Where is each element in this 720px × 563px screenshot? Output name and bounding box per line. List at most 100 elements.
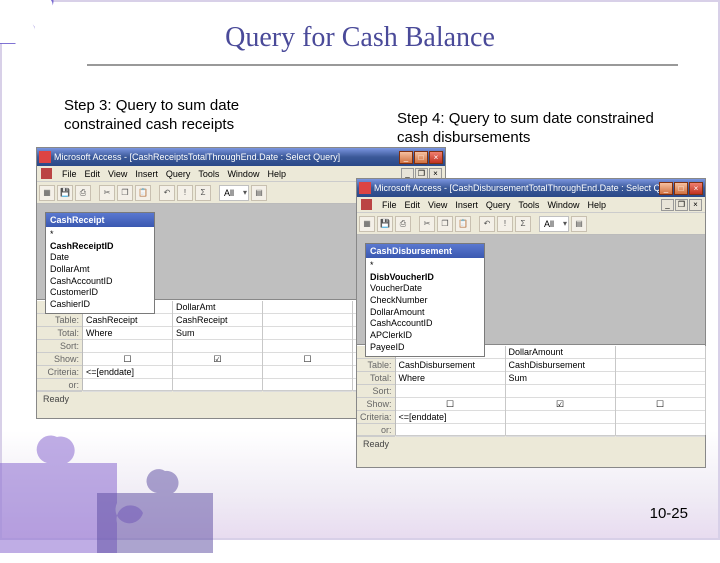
cell-show-checkbox[interactable]: ☐ (616, 398, 705, 411)
cell-criteria[interactable]: <=[enddate] (396, 411, 505, 424)
sigma-icon[interactable]: Σ (515, 216, 531, 232)
field-item[interactable]: APClerkID (370, 330, 480, 342)
cell-sort[interactable] (263, 340, 352, 353)
cell-criteria[interactable] (506, 411, 615, 424)
mdi-restore-button[interactable]: ❐ (675, 199, 688, 211)
run-icon[interactable]: ! (497, 216, 513, 232)
save-icon[interactable]: 💾 (57, 185, 73, 201)
field-item[interactable]: PayeeID (370, 342, 480, 354)
grid-col[interactable]: VoucherDate CashDisbursement Where ☐ <=[… (396, 346, 506, 435)
cell-total[interactable] (616, 372, 705, 385)
grid-col[interactable]: ☐ (263, 301, 353, 390)
menu-window[interactable]: Window (227, 169, 259, 179)
toolbar-combo[interactable]: All (219, 185, 249, 201)
menu-query[interactable]: Query (486, 200, 511, 210)
field-item[interactable]: DisbVoucherID (370, 272, 480, 284)
print-icon[interactable]: ⎙ (75, 185, 91, 201)
cell-or[interactable] (83, 379, 172, 392)
paste-icon[interactable]: 📋 (455, 216, 471, 232)
cell-table[interactable]: CashDisbursement (396, 359, 505, 372)
grid-col[interactable]: ☐ (616, 346, 706, 435)
cell-criteria[interactable] (173, 366, 262, 379)
cell-criteria[interactable] (616, 411, 705, 424)
sigma-icon[interactable]: Σ (195, 185, 211, 201)
field-item[interactable]: Date (50, 252, 150, 264)
field-item[interactable]: CashReceiptID (50, 241, 150, 253)
run-icon[interactable]: ! (177, 185, 193, 201)
cell-table[interactable]: CashReceipt (173, 314, 262, 327)
field-item[interactable]: DollarAmount (370, 307, 480, 319)
grid-col[interactable]: DollarAmount CashDisbursement Sum ☑ (506, 346, 616, 435)
cell-show-checkbox[interactable]: ☐ (83, 353, 172, 366)
cell-show-checkbox[interactable]: ☐ (263, 353, 352, 366)
table-cashreceipt[interactable]: CashReceipt * CashReceiptID Date DollarA… (45, 212, 155, 314)
minimize-button[interactable]: _ (399, 151, 413, 164)
view-icon[interactable]: ▦ (39, 185, 55, 201)
cell-show-checkbox[interactable]: ☑ (173, 353, 262, 366)
menu-tools[interactable]: Tools (518, 200, 539, 210)
cut-icon[interactable]: ✂ (419, 216, 435, 232)
close-button[interactable]: × (429, 151, 443, 164)
menu-help[interactable]: Help (267, 169, 286, 179)
close-button[interactable]: × (689, 182, 703, 195)
cell-field[interactable] (263, 301, 352, 314)
cell-table[interactable]: CashDisbursement (506, 359, 615, 372)
mdi-close-button[interactable]: × (689, 199, 702, 211)
cut-icon[interactable]: ✂ (99, 185, 115, 201)
field-item[interactable]: VoucherDate (370, 283, 480, 295)
cell-sort[interactable] (83, 340, 172, 353)
copy-icon[interactable]: ❐ (117, 185, 133, 201)
field-star[interactable]: * (50, 229, 150, 241)
titlebar[interactable]: Microsoft Access - [CashReceiptsTotalThr… (37, 148, 445, 166)
grid-col[interactable]: Date CashReceipt Where ☐ <=[enddate] (83, 301, 173, 390)
menu-tools[interactable]: Tools (198, 169, 219, 179)
menu-view[interactable]: View (108, 169, 127, 179)
props-icon[interactable]: ▤ (251, 185, 267, 201)
menu-edit[interactable]: Edit (85, 169, 101, 179)
cell-or[interactable] (616, 424, 705, 437)
paste-icon[interactable]: 📋 (135, 185, 151, 201)
undo-icon[interactable]: ↶ (159, 185, 175, 201)
maximize-button[interactable]: □ (414, 151, 428, 164)
menu-edit[interactable]: Edit (405, 200, 421, 210)
field-item[interactable]: CashierID (50, 299, 150, 311)
cell-or[interactable] (506, 424, 615, 437)
mdi-min-button[interactable]: _ (661, 199, 674, 211)
field-star[interactable]: * (370, 260, 480, 272)
titlebar[interactable]: Microsoft Access - [CashDisbursementTota… (357, 179, 705, 197)
grid-col[interactable]: DollarAmt CashReceipt Sum ☑ (173, 301, 263, 390)
minimize-button[interactable]: _ (659, 182, 673, 195)
menu-insert[interactable]: Insert (455, 200, 478, 210)
cell-sort[interactable] (173, 340, 262, 353)
cell-sort[interactable] (616, 385, 705, 398)
undo-icon[interactable]: ↶ (479, 216, 495, 232)
menu-file[interactable]: File (62, 169, 77, 179)
field-item[interactable]: CashAccountID (370, 318, 480, 330)
menu-query[interactable]: Query (166, 169, 191, 179)
cell-table[interactable]: CashReceipt (83, 314, 172, 327)
menu-file[interactable]: File (382, 200, 397, 210)
props-icon[interactable]: ▤ (571, 216, 587, 232)
cell-field[interactable]: DollarAmt (173, 301, 262, 314)
maximize-button[interactable]: □ (674, 182, 688, 195)
cell-field[interactable]: DollarAmount (506, 346, 615, 359)
cell-or[interactable] (173, 379, 262, 392)
cell-total[interactable]: Where (83, 327, 172, 340)
field-item[interactable]: CustomerID (50, 287, 150, 299)
cell-criteria[interactable]: <=[enddate] (83, 366, 172, 379)
save-icon[interactable]: 💾 (377, 216, 393, 232)
print-icon[interactable]: ⎙ (395, 216, 411, 232)
field-item[interactable]: CheckNumber (370, 295, 480, 307)
cell-total[interactable] (263, 327, 352, 340)
cell-total[interactable]: Sum (173, 327, 262, 340)
cell-or[interactable] (396, 424, 505, 437)
cell-total[interactable]: Sum (506, 372, 615, 385)
cell-or[interactable] (263, 379, 352, 392)
table-cashdisbursement[interactable]: CashDisbursement * DisbVoucherID Voucher… (365, 243, 485, 357)
cell-show-checkbox[interactable]: ☐ (396, 398, 505, 411)
cell-field[interactable] (616, 346, 705, 359)
cell-total[interactable]: Where (396, 372, 505, 385)
menu-window[interactable]: Window (547, 200, 579, 210)
field-item[interactable]: DollarAmt (50, 264, 150, 276)
menu-insert[interactable]: Insert (135, 169, 158, 179)
